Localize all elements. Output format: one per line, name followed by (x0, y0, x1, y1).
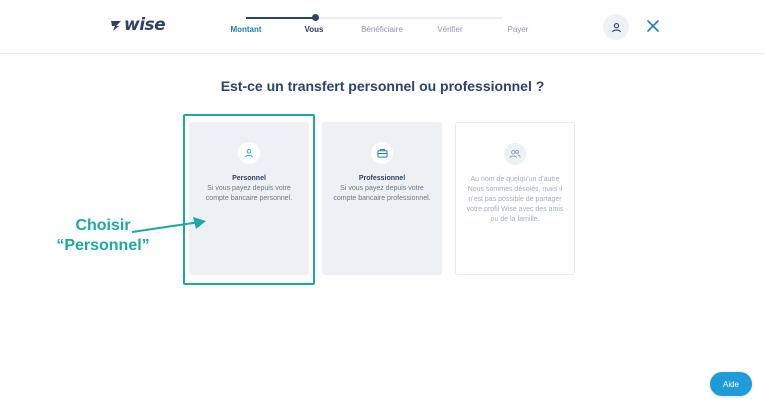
top-bar: wise Montant Vous Bénéficiaire Vérifier … (0, 0, 765, 54)
logo-text: wise (124, 15, 166, 35)
option-business-card[interactable]: Professionnel Si vous payez depuis votre… (322, 122, 442, 275)
account-button[interactable] (603, 14, 629, 40)
step-vous[interactable]: Vous (305, 25, 324, 34)
briefcase-icon (371, 142, 393, 164)
option-business-title: Professionnel (358, 175, 406, 182)
annotation-arrow-icon (131, 217, 206, 233)
close-button[interactable] (643, 16, 663, 36)
wise-flag-icon (111, 21, 121, 31)
stepper-current-dot (312, 14, 320, 21)
option-someone-else-title: Au nom de quelqu'un d'autre (470, 176, 560, 183)
close-icon (647, 20, 659, 32)
stepper-track-fill (246, 17, 316, 19)
step-montant[interactable]: Montant (230, 25, 261, 34)
selection-highlight-frame (183, 114, 315, 285)
user-icon (611, 22, 621, 32)
people-icon (504, 143, 526, 165)
step-payer: Payer (507, 25, 529, 34)
step-verifier: Vérifier (437, 25, 463, 34)
option-someone-else-description: Nous sommes désolés, mais il n'est pas p… (466, 186, 564, 223)
annotation-line-2: “Personnel” (56, 237, 150, 254)
option-someone-else-card: Au nom de quelqu'un d'autre Nous sommes … (455, 122, 575, 275)
help-button[interactable]: Aide (710, 372, 752, 396)
step-beneficiaire: Bénéficiaire (361, 25, 403, 34)
wise-logo[interactable]: wise (110, 15, 166, 35)
progress-stepper: Montant Vous Bénéficiaire Vérifier Payer (222, 10, 542, 40)
page-title: Est-ce un transfert personnel ou profess… (220, 78, 545, 94)
option-business-description: Si vous payez depuis votre compte bancai… (333, 185, 431, 202)
